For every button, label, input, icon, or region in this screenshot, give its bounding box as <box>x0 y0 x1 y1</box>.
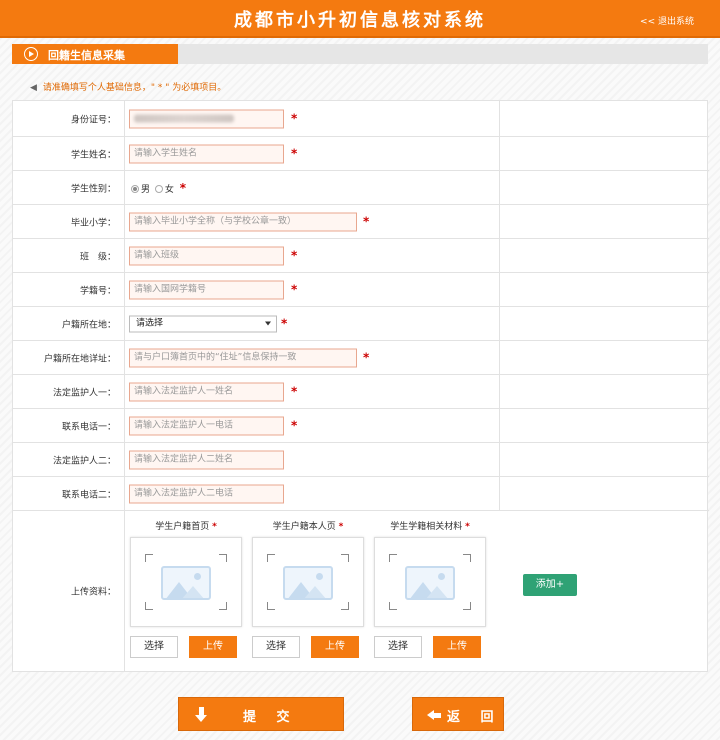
form-row-household-address: 户籍所在地详址： 请与户口簿首页中的“住址”信息保持一致 * <box>13 341 709 375</box>
upload-button-3[interactable]: 上传 <box>433 636 481 658</box>
field-label-class: 班 级： <box>79 252 116 262</box>
guardian-2-name-input[interactable]: 请输入法定监护人二姓名 <box>129 450 284 469</box>
choose-button-2[interactable]: 选择 <box>252 636 300 658</box>
form-row-guardian-1: 法定监护人一： 请输入法定监护人一姓名 * <box>13 375 709 409</box>
field-label-id-number: 身份证号： <box>70 115 116 125</box>
field-label-gender: 学生性别： <box>70 184 116 194</box>
logout-link[interactable]: << 退出系统 <box>640 14 694 27</box>
image-placeholder-icon <box>405 566 455 600</box>
add-upload-button[interactable]: 添加+ <box>523 574 577 596</box>
form-row-phone-2: 联系电话二： 请输入法定监护人二电话 <box>13 477 709 511</box>
choose-button-3[interactable]: 选择 <box>374 636 422 658</box>
guardian-1-phone-input[interactable]: 请输入法定监护人一电话 <box>129 416 284 435</box>
play-circle-icon <box>24 47 38 61</box>
required-mark: * <box>212 522 217 532</box>
id-number-input[interactable] <box>129 109 284 128</box>
form-row-class: 班 级： 请输入班级 * <box>13 239 709 273</box>
page-title: 成都市小升初信息核对系统 <box>234 10 486 31</box>
image-placeholder-icon <box>283 566 333 600</box>
upload-button-2[interactable]: 上传 <box>311 636 359 658</box>
upload-button-1[interactable]: 上传 <box>189 636 237 658</box>
field-label-guardian-1: 法定监护人一： <box>52 388 116 398</box>
guardian-2-phone-input[interactable]: 请输入法定监护人二电话 <box>129 484 284 503</box>
required-mark: * <box>363 349 370 364</box>
gender-radio-male[interactable] <box>131 184 139 193</box>
required-mark: * <box>363 213 370 228</box>
required-mark: * <box>291 281 298 296</box>
upload-box-student-records[interactable] <box>374 537 486 627</box>
required-mark: * <box>291 110 298 125</box>
gender-radio-group: 男 女 * <box>131 181 186 195</box>
required-mark: * <box>291 383 298 398</box>
class-input[interactable]: 请输入班级 <box>129 246 284 265</box>
speaker-icon: ◀ <box>30 83 37 93</box>
required-mark: * <box>291 247 298 262</box>
required-mark: * <box>179 180 187 195</box>
guardian-1-name-input[interactable]: 请输入法定监护人一姓名 <box>129 382 284 401</box>
field-label-upload: 上传资料： <box>70 587 116 598</box>
field-label-student-name: 学生姓名： <box>70 150 116 160</box>
form-row-id-number: 身份证号： * <box>13 101 709 137</box>
required-mark: * <box>281 315 288 330</box>
form-row-guardian-2: 法定监护人二： 请输入法定监护人二姓名 <box>13 443 709 477</box>
required-mark: * <box>291 145 298 160</box>
field-label-household-location: 户籍所在地： <box>61 320 116 330</box>
student-number-input[interactable]: 请输入国网学籍号 <box>129 280 284 299</box>
arrow-left-icon <box>427 710 441 720</box>
field-label-phone-2: 联系电话二： <box>61 490 116 500</box>
field-label-guardian-2: 法定监护人二： <box>52 456 116 466</box>
upload-title-student-records: 学生学籍相关材料 * <box>390 522 470 532</box>
form-row-gender: 学生性别： 男 女 * <box>13 171 709 205</box>
form-row-student-name: 学生姓名： 请输入学生姓名 * <box>13 137 709 171</box>
section-tab: 回籍生信息采集 <box>12 44 178 64</box>
household-location-selected: 请选择 <box>136 318 164 328</box>
back-button[interactable]: 返 回 <box>412 697 504 731</box>
blurred-id-value <box>134 114 234 122</box>
notice-text: 请准确填写个人基础信息，" * " 为必填项目。 <box>42 83 227 93</box>
submit-button[interactable]: 提 交 <box>178 697 344 731</box>
school-input[interactable]: 请输入毕业小学全称（与学校公章一致） <box>129 212 357 231</box>
arrow-down-icon <box>195 707 209 723</box>
student-name-input[interactable]: 请输入学生姓名 <box>129 144 284 163</box>
image-placeholder-icon <box>161 566 211 600</box>
form-row-phone-1: 联系电话一： 请输入法定监护人一电话 * <box>13 409 709 443</box>
field-label-phone-1: 联系电话一： <box>61 422 116 432</box>
household-address-input[interactable]: 请与户口簿首页中的“住址”信息保持一致 <box>129 348 357 367</box>
field-label-household-address: 户籍所在地详址： <box>43 354 116 364</box>
required-mark: * <box>465 522 470 532</box>
choose-button-1[interactable]: 选择 <box>130 636 178 658</box>
gender-radio-female[interactable] <box>154 184 163 193</box>
upload-box-household-first-page[interactable] <box>130 537 242 627</box>
field-label-student-number: 学籍号： <box>79 286 116 296</box>
form-row-school: 毕业小学： 请输入毕业小学全称（与学校公章一致） * <box>13 205 709 239</box>
gender-option-female: 女 <box>164 184 174 195</box>
form-row-student-number: 学籍号： 请输入国网学籍号 * <box>13 273 709 307</box>
field-label-school: 毕业小学： <box>70 218 116 228</box>
select-caret-icon <box>265 321 271 325</box>
upload-box-household-personal-page[interactable] <box>252 537 364 627</box>
section-tab-label: 回籍生信息采集 <box>48 49 125 62</box>
upload-title-household-first-page: 学生户籍首页 * <box>155 522 217 532</box>
form-row-household-location: 户籍所在地： 请选择 * <box>13 307 709 341</box>
required-mark: * <box>338 522 344 532</box>
info-form: 身份证号： * 学生姓名： 请输入学生姓名 * 学生性别： 男 女 * 毕业小学… <box>12 100 709 672</box>
back-button-label: 返 回 <box>447 710 502 725</box>
required-mark: * <box>291 417 298 432</box>
header-bar: 成都市小升初信息核对系统 << 退出系统 <box>0 0 720 38</box>
notice: ◀ 请准确填写个人基础信息，" * " 为必填项目。 <box>30 80 226 93</box>
household-location-select[interactable]: 请选择 <box>129 315 277 332</box>
submit-button-label: 提 交 <box>243 710 298 725</box>
gender-option-male: 男 <box>141 184 151 195</box>
upload-title-household-personal-page: 学生户籍本人页 * <box>272 522 344 532</box>
